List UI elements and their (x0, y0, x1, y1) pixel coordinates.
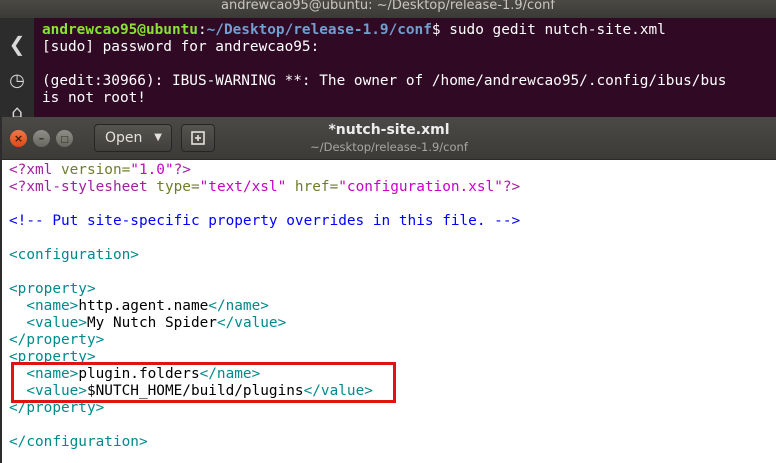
xml-attribute-value: "configuration.xsl" (338, 179, 503, 195)
xml-attribute: version= (60, 162, 131, 178)
document-title: *nutch-site.xml (328, 122, 450, 138)
configuration-close-tag: </configuration> (9, 434, 148, 450)
prompt-user: andrewcao95@ubuntu (42, 22, 198, 38)
history-clock-icon[interactable]: ◷ (0, 70, 34, 91)
xml-attribute: href= (286, 179, 339, 195)
gedit-window[interactable]: × – □ Open ▼ *nutch-site.xml ~/Desktop/r… (2, 117, 776, 463)
configuration-open-tag: <configuration> (9, 247, 139, 263)
name-close-tag: </name> (208, 298, 269, 314)
code-line: <value>My Nutch Spider</value> (9, 315, 286, 332)
code-line: <?xml version="1.0"?> (9, 162, 191, 179)
xml-declaration-end: ?> (173, 162, 191, 178)
xml-declaration: <?xml (9, 162, 61, 178)
xml-comment: <!-- Put site-specific property override… (9, 213, 521, 229)
xml-pi-end: ?> (502, 179, 521, 195)
terminal-command: $ sudo gedit nutch-site.xml (431, 22, 666, 38)
gedit-headerbar[interactable]: × – □ Open ▼ *nutch-site.xml ~/Desktop/r… (2, 117, 776, 160)
prompt-separator: : (197, 22, 207, 38)
back-arrow-icon[interactable]: ❮ (0, 32, 34, 56)
xml-attribute: type= (156, 179, 200, 195)
document-path: ~/Desktop/release-1.9/conf (310, 140, 468, 154)
value-open-tag: <value> (26, 315, 87, 331)
highlight-annotation-box (11, 362, 396, 403)
xml-stylesheet-pi: <?xml-stylesheet (9, 179, 157, 195)
name-open-tag: <name> (26, 298, 79, 314)
value-close-tag: </value> (216, 315, 287, 331)
xml-attribute-value: "text/xsl" (199, 179, 287, 195)
property-open-tag: <property> (9, 281, 96, 297)
code-line: <name>http.agent.name</name> (9, 298, 269, 315)
prompt-path: ~/Desktop/release-1.9/conf (206, 22, 432, 38)
terminal-line: (gedit:30966): IBUS-WARNING **: The owne… (42, 73, 727, 89)
terminal-title: andrewcao95@ubuntu: ~/Desktop/release-1.… (221, 0, 555, 13)
terminal-titlebar[interactable]: andrewcao95@ubuntu: ~/Desktop/release-1.… (0, 0, 776, 18)
xml-attribute-value: "1.0" (130, 162, 174, 178)
terminal-line: [sudo] password for andrewcao95: (42, 39, 320, 55)
terminal-output[interactable]: andrewcao95@ubuntu:~/Desktop/release-1.9… (42, 22, 726, 107)
terminal-line: is not root! (42, 90, 146, 106)
text-editor[interactable]: <?xml version="1.0"?> <?xml-stylesheet t… (2, 160, 776, 463)
property-value: My Nutch Spider (86, 315, 217, 331)
property-close-tag: </property> (9, 332, 105, 348)
property-name: http.agent.name (78, 298, 209, 314)
code-line: <?xml-stylesheet type="text/xsl" href="c… (9, 179, 520, 196)
